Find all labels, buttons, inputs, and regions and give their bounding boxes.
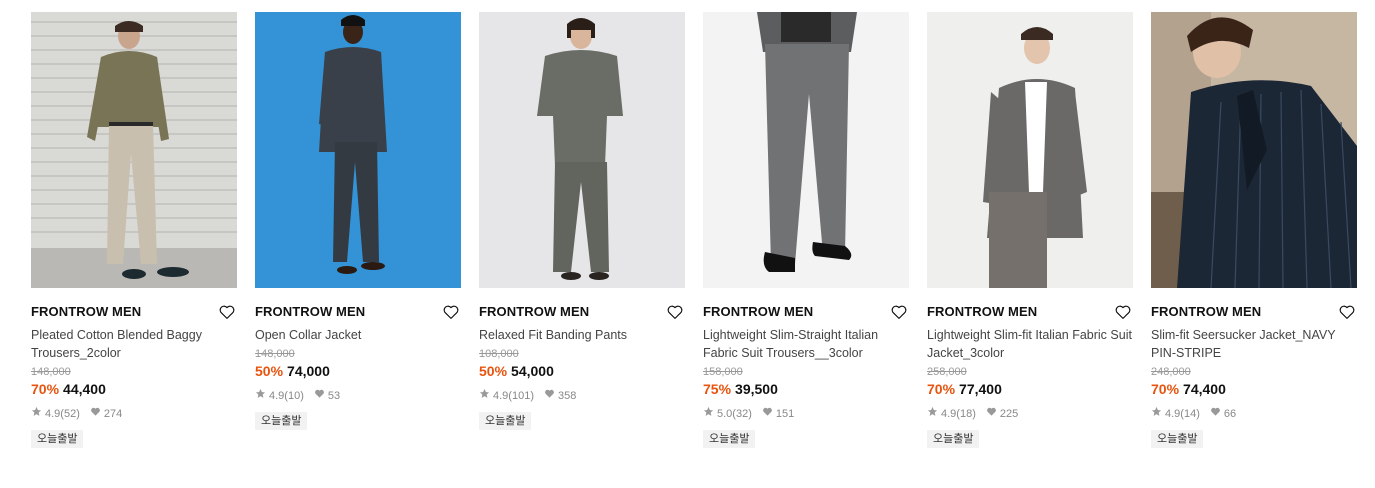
like-count: 358	[557, 390, 577, 402]
original-price: 258,000	[927, 366, 967, 378]
discount-rate: 50%	[255, 363, 284, 379]
rating-value: 4.9	[1165, 408, 1181, 420]
price-row: 75% 39,500	[703, 380, 909, 398]
product-image[interactable]	[31, 12, 237, 288]
brand-name[interactable]: FRONTROW MEN	[1151, 304, 1261, 319]
heart-outline-icon[interactable]	[442, 303, 460, 321]
heart-filled-icon	[986, 406, 997, 422]
star-icon	[1151, 406, 1162, 422]
product-image[interactable]	[255, 12, 461, 288]
sale-price: 39,500	[735, 381, 778, 397]
discount-rate: 75%	[703, 381, 732, 397]
discount-rate: 70%	[1151, 381, 1180, 397]
star-icon	[703, 406, 714, 422]
heart-outline-icon[interactable]	[218, 303, 236, 321]
heart-filled-icon	[90, 406, 101, 422]
price-row: 50% 74,000	[255, 362, 461, 380]
shipping-badge: 오늘출발	[927, 430, 980, 448]
price-row: 70% 74,400	[1151, 380, 1357, 398]
product-grid: FRONTROW MEN Pleated Cotton Blended Bagg…	[0, 0, 1375, 488]
heart-filled-icon	[544, 388, 555, 404]
heart-filled-icon	[314, 388, 325, 404]
review-count: (14)	[1180, 408, 1200, 420]
product-stats: 4.9 (101) 358	[479, 388, 685, 404]
original-price: 108,000	[479, 348, 519, 360]
heart-outline-icon[interactable]	[890, 303, 908, 321]
product-name[interactable]: Slim-fit Seersucker Jacket_NAVY PIN-STRI…	[1151, 326, 1357, 362]
original-price: 148,000	[31, 366, 71, 378]
product-card[interactable]: FRONTROW MEN Slim-fit Seersucker Jacket_…	[1151, 12, 1357, 448]
product-image[interactable]	[1151, 12, 1357, 288]
like-count: 225	[999, 408, 1019, 420]
product-card[interactable]: FRONTROW MEN Lightweight Slim-fit Italia…	[927, 12, 1133, 448]
rating-value: 4.9	[941, 408, 957, 420]
like-count: 66	[1223, 408, 1237, 420]
brand-name[interactable]: FRONTROW MEN	[703, 304, 813, 319]
heart-filled-icon	[1210, 406, 1221, 422]
star-icon	[31, 406, 42, 422]
review-count: (32)	[732, 408, 752, 420]
price-row: 50% 54,000	[479, 362, 685, 380]
price-row: 70% 77,400	[927, 380, 1133, 398]
product-image[interactable]	[927, 12, 1133, 288]
product-card[interactable]: FRONTROW MEN Relaxed Fit Banding Pants 1…	[479, 12, 685, 430]
product-card[interactable]: FRONTROW MEN Pleated Cotton Blended Bagg…	[31, 12, 237, 448]
rating-value: 4.9	[269, 390, 285, 402]
shipping-badge: 오늘출발	[1151, 430, 1204, 448]
review-count: (10)	[284, 390, 304, 402]
sale-price: 74,000	[287, 363, 330, 379]
product-card[interactable]: FRONTROW MEN Lightweight Slim-Straight I…	[703, 12, 909, 448]
product-card[interactable]: FRONTROW MEN Open Collar Jacket 148,000 …	[255, 12, 461, 430]
heart-filled-icon	[762, 406, 773, 422]
sale-price: 44,400	[63, 381, 106, 397]
brand-name[interactable]: FRONTROW MEN	[31, 304, 141, 319]
rating-value: 5.0	[717, 408, 733, 420]
like-count: 53	[327, 390, 341, 402]
like-count: 151	[775, 408, 795, 420]
shipping-badge: 오늘출발	[479, 412, 532, 430]
product-stats: 4.9 (10) 53	[255, 388, 461, 404]
product-name[interactable]: Relaxed Fit Banding Pants	[479, 326, 685, 344]
sale-price: 74,400	[1183, 381, 1226, 397]
shipping-badge: 오늘출발	[255, 412, 308, 430]
star-icon	[927, 406, 938, 422]
product-name[interactable]: Lightweight Slim-Straight Italian Fabric…	[703, 326, 909, 362]
product-stats: 4.9 (18) 225	[927, 406, 1133, 422]
review-count: (52)	[60, 408, 80, 420]
brand-name[interactable]: FRONTROW MEN	[479, 304, 589, 319]
shipping-badge: 오늘출발	[31, 430, 84, 448]
brand-name[interactable]: FRONTROW MEN	[255, 304, 365, 319]
sale-price: 77,400	[959, 381, 1002, 397]
shipping-badge: 오늘출발	[703, 430, 756, 448]
rating-value: 4.9	[45, 408, 61, 420]
star-icon	[479, 388, 490, 404]
heart-outline-icon[interactable]	[1338, 303, 1356, 321]
product-stats: 4.9 (52) 274	[31, 406, 237, 422]
original-price: 158,000	[703, 366, 743, 378]
discount-rate: 50%	[479, 363, 508, 379]
review-count: (18)	[956, 408, 976, 420]
rating-value: 4.9	[493, 390, 509, 402]
product-stats: 4.9 (14) 66	[1151, 406, 1357, 422]
original-price: 248,000	[1151, 366, 1191, 378]
product-name[interactable]: Pleated Cotton Blended Baggy Trousers_2c…	[31, 326, 237, 362]
heart-outline-icon[interactable]	[1114, 303, 1132, 321]
discount-rate: 70%	[927, 381, 956, 397]
discount-rate: 70%	[31, 381, 60, 397]
product-stats: 5.0 (32) 151	[703, 406, 909, 422]
like-count: 274	[103, 408, 123, 420]
brand-name[interactable]: FRONTROW MEN	[927, 304, 1037, 319]
price-row: 70% 44,400	[31, 380, 237, 398]
heart-outline-icon[interactable]	[666, 303, 684, 321]
product-image[interactable]	[479, 12, 685, 288]
original-price: 148,000	[255, 348, 295, 360]
product-image[interactable]	[703, 12, 909, 288]
product-name[interactable]: Lightweight Slim-fit Italian Fabric Suit…	[927, 326, 1133, 362]
star-icon	[255, 388, 266, 404]
product-name[interactable]: Open Collar Jacket	[255, 326, 461, 344]
sale-price: 54,000	[511, 363, 554, 379]
review-count: (101)	[508, 390, 534, 402]
